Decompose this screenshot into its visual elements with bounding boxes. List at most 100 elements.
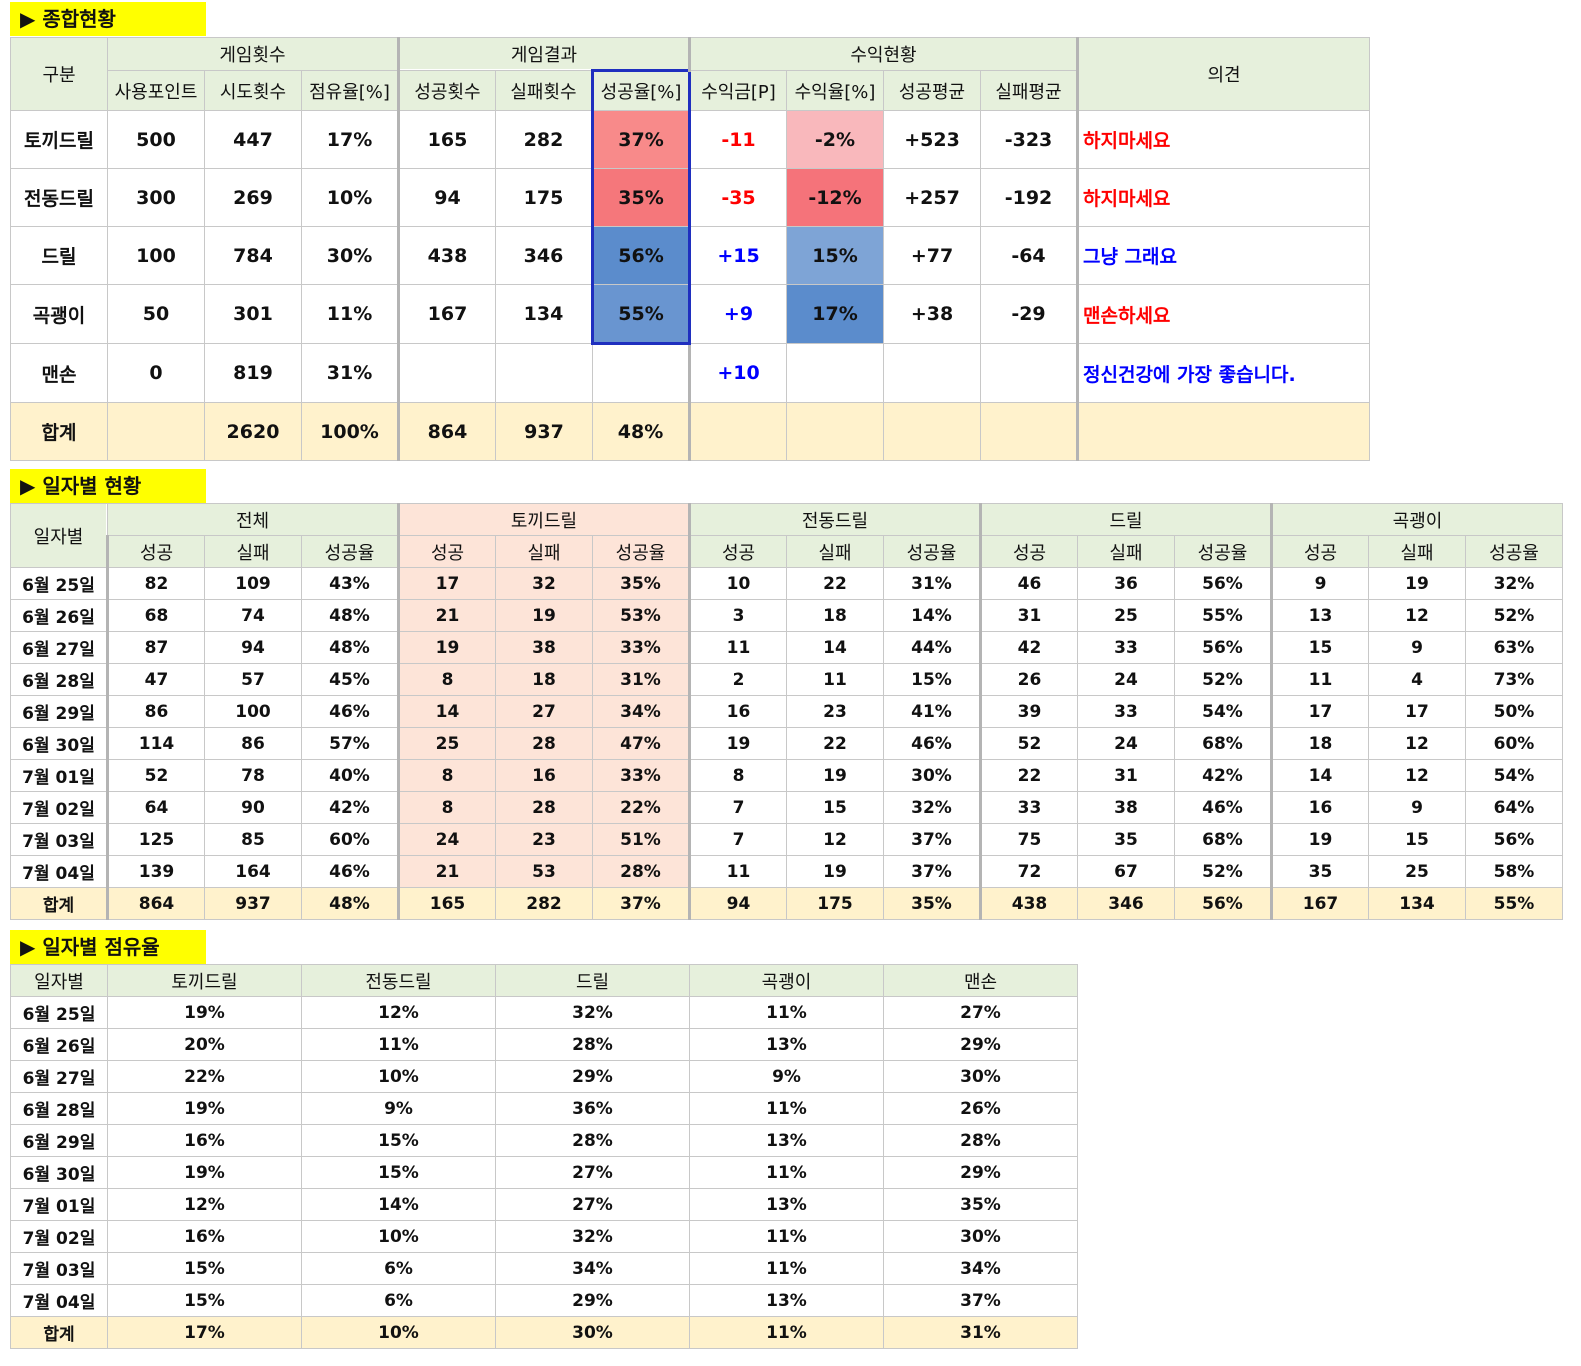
daily-value-cell: 175 (786, 887, 884, 920)
share-value-cell: 15% (107, 1252, 302, 1285)
daily-value-cell: 35% (592, 567, 690, 600)
daily-value-cell: 86 (106, 695, 205, 728)
cell-yield: -12% (786, 168, 884, 227)
daily-value-cell: 21 (397, 599, 496, 632)
share-value-cell: 16% (107, 1124, 302, 1157)
cell-success (397, 343, 496, 403)
daily-value-cell: 36 (1077, 567, 1175, 600)
daily-value-cell: 78 (204, 759, 302, 792)
share-value-cell: 12% (107, 1188, 302, 1221)
share-value-cell: 22% (107, 1060, 302, 1093)
share-value-cell: 30% (495, 1316, 690, 1349)
daily-value-cell: 12 (1368, 759, 1466, 792)
share-col-header: 곡괭이 (689, 964, 884, 997)
share-row: 6월 27일 22% 10% 29% 9% 30% (10, 1060, 1078, 1093)
daily-value-cell: 46% (301, 695, 399, 728)
date-cell: 6월 27일 (10, 1060, 108, 1093)
daily-sub-header: 성공율 (592, 535, 690, 568)
cell-tries: 447 (204, 110, 302, 169)
daily-value-cell: 57% (301, 727, 399, 760)
date-cell: 6월 29일 (10, 695, 108, 728)
daily-value-cell: 25 (1368, 855, 1466, 888)
share-col-header: 토끼드릴 (107, 964, 302, 997)
daily-value-cell: 37% (883, 855, 981, 888)
daily-value-cell: 56% (1174, 631, 1272, 664)
daily-col-date: 일자별 (10, 503, 108, 568)
daily-value-cell: 46% (301, 855, 399, 888)
cell-points: 500 (107, 110, 205, 169)
cell-fail-avg: -323 (980, 110, 1078, 169)
cell-points: 300 (107, 168, 205, 227)
daily-value-cell: 12 (1368, 599, 1466, 632)
daily-value-cell: 15 (1270, 631, 1369, 664)
daily-value-cell: 165 (397, 887, 496, 920)
summary-group-games: 게임횟수 (107, 37, 399, 71)
cell-rate[interactable]: 56% (591, 226, 691, 285)
daily-value-cell: 33 (1077, 631, 1175, 664)
share-value-cell: 26% (883, 1092, 1078, 1125)
daily-value-cell: 18 (786, 599, 884, 632)
daily-value-cell: 23 (786, 695, 884, 728)
summary-sub-header-selected[interactable]: 성공율[%] (591, 69, 691, 111)
daily-value-cell: 30% (883, 759, 981, 792)
daily-value-cell: 3 (688, 599, 787, 632)
daily-row: 7월 01일 52 78 40% 8 16 33% 8 19 30% 22 31 42% 14 12 54% (10, 759, 1563, 792)
daily-value-cell: 9 (1270, 567, 1369, 600)
daily-value-cell: 64 (106, 791, 205, 824)
share-body: 6월 25일 19% 12% 32% 11% 27% 6월 26일 20% 11% 28% 13% 2… (10, 996, 1078, 1349)
date-cell: 6월 30일 (10, 1156, 108, 1189)
share-value-cell: 9% (689, 1060, 884, 1093)
total-fail-avg (980, 402, 1078, 461)
daily-value-cell: 18 (1270, 727, 1369, 760)
daily-value-cell: 87 (106, 631, 205, 664)
daily-value-cell: 346 (1077, 887, 1175, 920)
daily-value-cell: 22 (979, 759, 1078, 792)
daily-value-cell: 56% (1174, 567, 1272, 600)
cell-share: 11% (301, 284, 399, 344)
daily-value-cell: 37% (883, 823, 981, 856)
summary-sub-header: 사용포인트 (107, 70, 205, 111)
cell-rate[interactable]: 37% (591, 110, 691, 169)
daily-sub-header: 성공율 (883, 535, 981, 568)
daily-value-cell: 19 (1270, 823, 1369, 856)
daily-value-cell: 17 (1368, 695, 1466, 728)
cell-success-avg: +38 (883, 284, 981, 344)
cell-success: 94 (397, 168, 496, 227)
share-value-cell: 6% (301, 1252, 496, 1285)
cell-yield: -2% (786, 110, 884, 169)
daily-value-cell: 64% (1465, 791, 1563, 824)
daily-value-cell: 85 (204, 823, 302, 856)
cell-rate[interactable]: 35% (591, 168, 691, 227)
date-cell: 7월 01일 (10, 759, 108, 792)
daily-value-cell: 45% (301, 663, 399, 696)
share-value-cell: 11% (689, 1220, 884, 1253)
cell-fail-avg: -192 (980, 168, 1078, 227)
cell-rate[interactable]: 55% (591, 284, 691, 345)
daily-value-cell: 15 (1368, 823, 1466, 856)
daily-value-cell: 46% (1174, 791, 1272, 824)
share-value-cell: 12% (301, 996, 496, 1029)
summary-col-category: 구분 (10, 37, 108, 111)
daily-value-cell: 67 (1077, 855, 1175, 888)
date-cell: 6월 25일 (10, 996, 108, 1029)
daily-value-cell: 8 (688, 759, 787, 792)
daily-value-cell: 86 (204, 727, 302, 760)
daily-value-cell: 56% (1174, 887, 1272, 920)
daily-sub-header: 실패 (1368, 535, 1466, 568)
cell-success-avg (883, 343, 981, 403)
daily-value-cell: 82 (106, 567, 205, 600)
share-value-cell: 11% (689, 1092, 884, 1125)
daily-value-cell: 25 (397, 727, 496, 760)
daily-value-cell: 52% (1174, 855, 1272, 888)
daily-value-cell: 34% (592, 695, 690, 728)
total-yield (786, 402, 884, 461)
share-value-cell: 6% (301, 1284, 496, 1317)
share-row: 6월 30일 19% 15% 27% 11% 29% (10, 1156, 1078, 1189)
daily-value-cell: 25 (1077, 599, 1175, 632)
daily-value-cell: 21 (397, 855, 496, 888)
cell-opinion: 맨손하세요 (1076, 284, 1370, 344)
summary-sub-header: 수익율[%] (786, 70, 884, 111)
daily-value-cell: 27 (495, 695, 593, 728)
daily-value-cell: 52 (979, 727, 1078, 760)
row-name: 곡괭이 (10, 284, 108, 344)
